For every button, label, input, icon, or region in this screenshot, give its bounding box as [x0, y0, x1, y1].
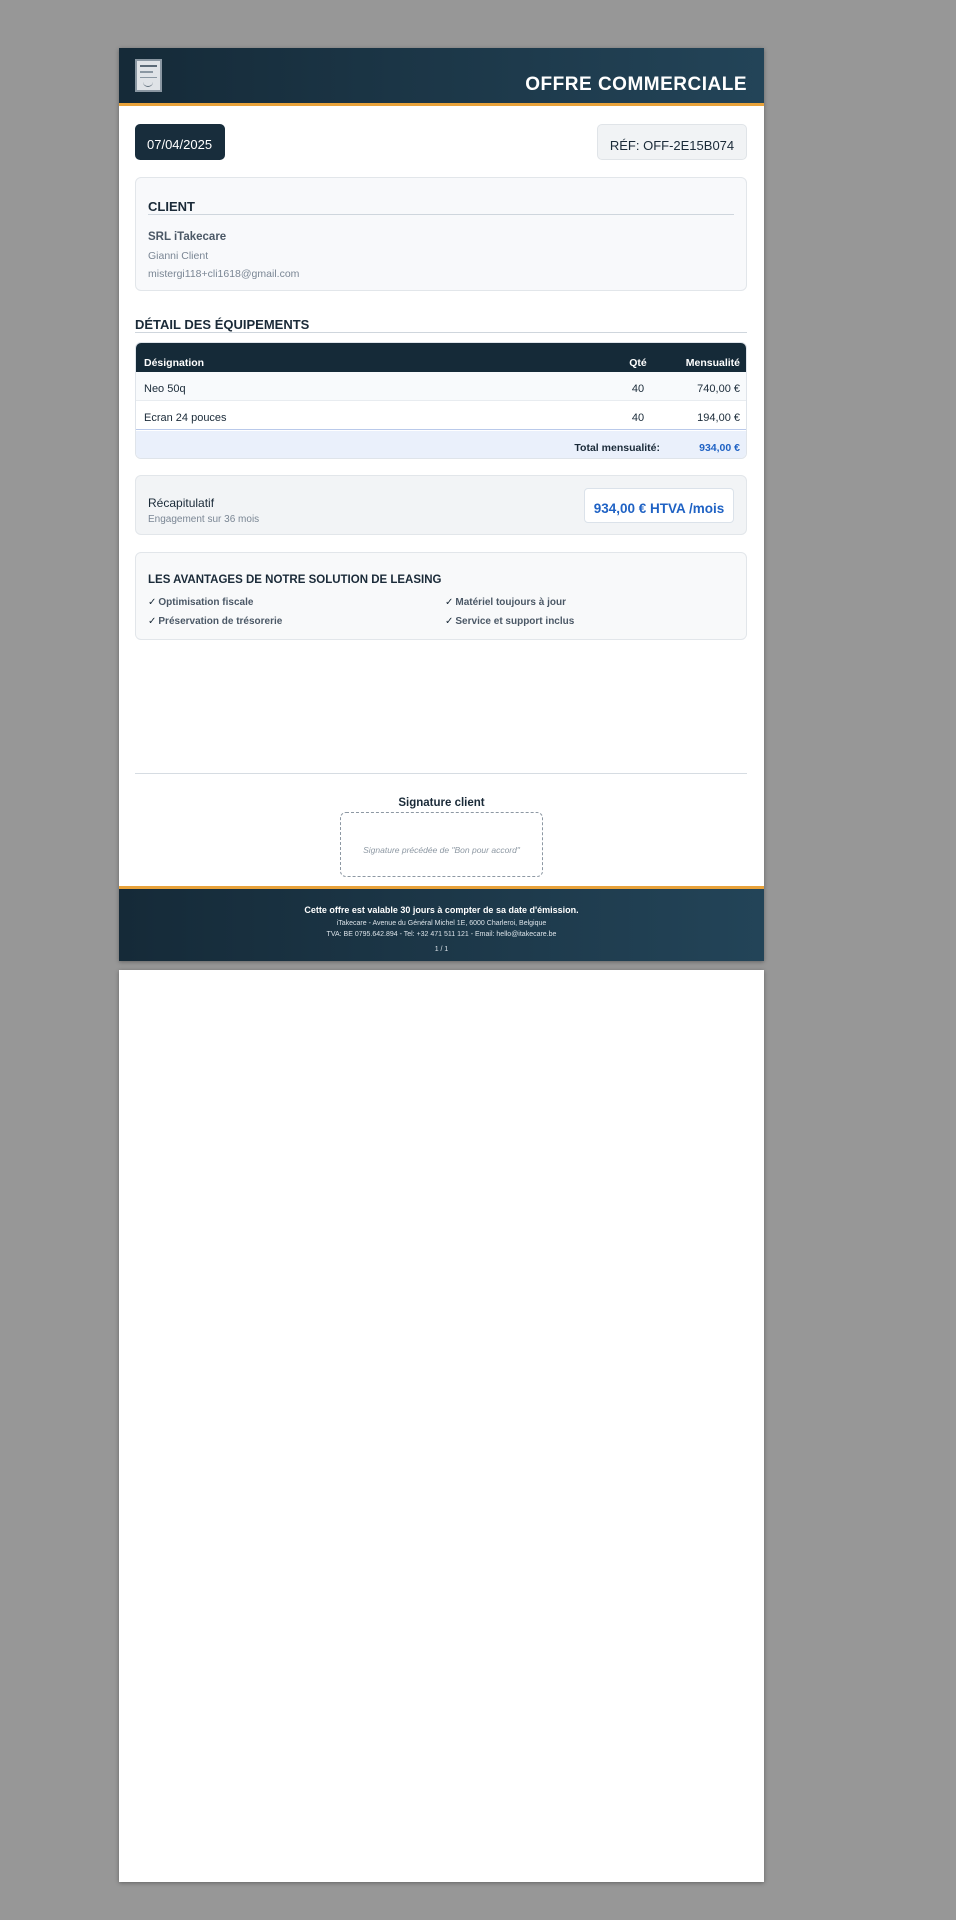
client-company: SRL iTakecare — [148, 231, 227, 243]
client-heading: CLIENT — [148, 199, 195, 214]
document-page-1: OFFRE COMMERCIALE 07/04/2025 RÉF: OFF-2E… — [119, 48, 764, 961]
advantages-card: LES AVANTAGES DE NOTRE SOLUTION DE LEASI… — [135, 552, 747, 640]
table-row: Ecran 24 pouces 40 194,00 € — [136, 401, 746, 430]
advantage-item: ✓ Optimisation fiscale — [148, 597, 254, 608]
advantage-item: ✓ Service et support inclus — [445, 616, 575, 627]
signature-label: Signature client — [398, 797, 485, 809]
divider — [135, 332, 747, 333]
offer-header: OFFRE COMMERCIALE — [119, 48, 764, 106]
recap-card: Récapitulatif Engagement sur 36 mois 934… — [135, 475, 747, 535]
column-header-monthly: Mensualité — [685, 357, 740, 369]
total-value: 934,00 € — [699, 442, 740, 454]
client-email: mistergi118+cli1618@gmail.com — [148, 268, 300, 280]
divider — [135, 773, 747, 774]
check-icon: ✓ — [148, 616, 157, 627]
equipment-section-title: DÉTAIL DES ÉQUIPEMENTS — [135, 317, 310, 332]
recap-title: Récapitulatif — [148, 496, 215, 510]
client-name: Gianni Client — [148, 250, 209, 262]
footer-contact: TVA: BE 0795.642.894 - Tel: +32 471 511 … — [326, 931, 557, 938]
row-designation: Ecran 24 pouces — [144, 412, 227, 424]
offer-footer: Cette offre est valable 30 jours à compt… — [119, 886, 764, 961]
page-number: 1 / 1 — [434, 946, 449, 953]
client-card: CLIENT SRL iTakecare Gianni Client miste… — [135, 177, 747, 291]
recap-engagement: Engagement sur 36 mois — [148, 514, 260, 525]
table-total-row: Total mensualité: 934,00 € — [136, 431, 746, 458]
row-monthly: 740,00 € — [697, 383, 740, 395]
table-row: Neo 50q 40 740,00 € — [136, 372, 746, 401]
document-page-2 — [119, 970, 764, 1882]
company-logo-icon — [135, 59, 162, 92]
column-header-designation: Désignation — [144, 357, 205, 369]
check-icon: ✓ — [445, 616, 454, 627]
table-header: Désignation Qté Mensualité — [136, 343, 746, 372]
column-header-quantity: Qté — [629, 357, 647, 369]
offer-date-badge: 07/04/2025 — [135, 124, 225, 160]
signature-box: Signature précédée de "Bon pour accord" — [340, 812, 543, 877]
footer-address: iTakecare - Avenue du Général Michel 1E,… — [336, 920, 547, 927]
signature-hint: Signature précédée de "Bon pour accord" — [363, 845, 520, 855]
row-designation: Neo 50q — [144, 383, 186, 395]
row-quantity: 40 — [631, 383, 645, 395]
advantage-item: ✓ Matériel toujours à jour — [445, 597, 566, 608]
divider — [148, 214, 734, 215]
check-icon: ✓ — [148, 597, 157, 608]
equipment-table: Désignation Qté Mensualité Neo 50q 40 74… — [135, 342, 747, 459]
advantage-item: ✓ Préservation de trésorerie — [148, 616, 283, 627]
recap-monthly-price: 934,00 € HTVA /mois — [584, 488, 734, 523]
row-monthly: 194,00 € — [697, 412, 740, 424]
footer-validity: Cette offre est valable 30 jours à compt… — [304, 905, 579, 915]
row-quantity: 40 — [631, 412, 645, 424]
advantages-title: LES AVANTAGES DE NOTRE SOLUTION DE LEASI… — [148, 574, 442, 586]
offer-reference-badge: RÉF: OFF-2E15B074 — [597, 124, 747, 160]
check-icon: ✓ — [445, 597, 454, 608]
document-title: OFFRE COMMERCIALE — [525, 74, 747, 95]
total-label: Total mensualité: — [574, 442, 660, 454]
